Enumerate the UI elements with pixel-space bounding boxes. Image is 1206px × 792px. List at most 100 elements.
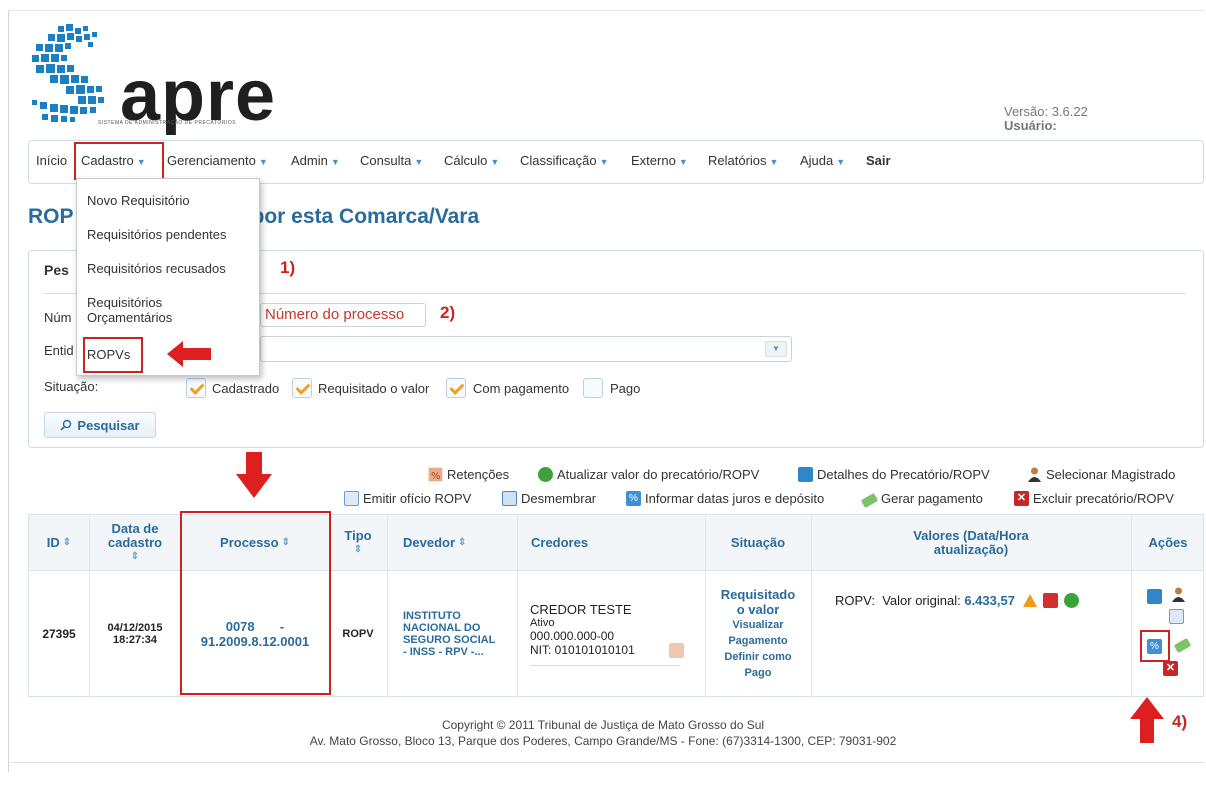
chevron-down-icon: ▼: [678, 157, 688, 167]
header-tipo[interactable]: Tipo ⇕: [329, 515, 387, 571]
magnifier-icon[interactable]: [1147, 589, 1162, 604]
highlight-cadastro: [74, 142, 164, 180]
checkbox-label: Com pagamento: [473, 381, 570, 396]
arrow-down-icon: [236, 452, 272, 498]
menu-item-novo-requisitorio[interactable]: Novo Requisitório: [87, 193, 190, 208]
nav-gerenciamento[interactable]: Gerenciamento ▼: [167, 153, 268, 168]
tool-retencoes[interactable]: % Retenções: [428, 467, 509, 482]
highlight-processo-column: [180, 511, 331, 695]
retention-icon[interactable]: [669, 643, 684, 658]
chevron-down-icon: ▼: [414, 157, 424, 167]
chevron-down-icon[interactable]: ▼: [765, 341, 787, 357]
person-icon[interactable]: [1171, 587, 1186, 602]
highlight-percent: [1140, 630, 1170, 662]
tool-selecionar-magistrado[interactable]: Selecionar Magistrado: [1027, 467, 1175, 482]
checkbox-com-pagamento[interactable]: [446, 378, 466, 398]
retention-icon: %: [428, 467, 443, 482]
footer-address: Av. Mato Grosso, Bloco 13, Parque dos Po…: [309, 734, 897, 748]
header-credores: Credores: [531, 535, 589, 550]
calendar-icon[interactable]: [1169, 609, 1184, 624]
cell-devedor[interactable]: INSTITUTO NACIONAL DO SEGURO SOCIAL - INSS …: [387, 571, 517, 697]
percent-icon: %: [626, 491, 641, 506]
footer-copyright: Copyright © 2011 Tribunal de Justiça de …: [441, 718, 765, 732]
cell-tipo: ROPV: [342, 628, 374, 640]
cell-credores: CREDOR TESTE Ativo 000.000.000-00 NIT: 0…: [517, 571, 705, 697]
chevron-down-icon: ▼: [490, 157, 500, 167]
arrow-left-icon: [167, 341, 211, 367]
chevron-down-icon: ▼: [769, 157, 779, 167]
nav-sair[interactable]: Sair: [866, 153, 891, 168]
results-table: ID ⇕ Data de cadastro ⇕ Processo ⇕ Tipo ⇕ Dev…: [28, 511, 1204, 698]
cell-id: 27395: [42, 627, 76, 641]
header-situacao: Situação: [730, 535, 786, 550]
user-text: Usuário:: [1004, 118, 1057, 133]
chevron-down-icon: ▼: [836, 157, 846, 167]
refresh-icon[interactable]: [1063, 592, 1079, 608]
nav-relatorios[interactable]: Relatórios ▼: [708, 153, 778, 168]
link-definir-pago[interactable]: Definir como: [724, 649, 791, 665]
checkbox-label: Pago: [610, 381, 641, 396]
sapre-logo: apre SISTEMA DE ADMINISTRAÇÃO DE PRECATÓ…: [28, 22, 278, 132]
tool-desmembrar[interactable]: Desmembrar: [502, 491, 596, 506]
tool-atualizar-valor[interactable]: Atualizar valor do precatório/ROPV: [538, 467, 759, 482]
menu-item-requisitorios-recusados[interactable]: Requisitórios recusados: [87, 261, 226, 276]
tool-detalhes[interactable]: Detalhes do Precatório/ROPV: [798, 467, 990, 482]
header-id[interactable]: ID ⇕: [29, 515, 89, 571]
header-valores: Valores (Data/Hora atualização): [913, 528, 1029, 557]
highlight-ropvs: [83, 337, 143, 373]
chevron-down-icon: ▼: [330, 157, 340, 167]
calendar-icon: [344, 491, 359, 506]
nav-inicio[interactable]: Início: [36, 153, 67, 168]
tool-excluir[interactable]: ✕ Excluir precatório/ROPV: [1014, 491, 1174, 506]
sort-icon: ⇕: [458, 537, 467, 548]
sort-icon: ⇕: [62, 537, 72, 548]
checkbox-cadastrado[interactable]: [186, 378, 206, 398]
money-icon: [860, 492, 879, 508]
annotation-4: 4): [1172, 712, 1188, 731]
cell-valores: ROPV: Valor original: 6.433,57: [811, 585, 1131, 615]
checkbox-label: Requisitado o valor: [318, 381, 430, 396]
processo-input[interactable]: Número do processo: [260, 303, 426, 327]
pdf-icon[interactable]: [1042, 592, 1058, 608]
header-data-cadastro[interactable]: Data de cadastro ⇕: [89, 515, 181, 571]
money-icon[interactable]: [1173, 637, 1192, 654]
checkbox-pago[interactable]: [583, 378, 603, 398]
nav-ajuda[interactable]: Ajuda ▼: [800, 153, 845, 168]
tool-emitir-oficio[interactable]: Emitir ofício ROPV: [344, 491, 471, 506]
tool-informar-datas[interactable]: % Informar datas juros e depósito: [626, 491, 824, 506]
numero-label: Núm: [44, 310, 72, 325]
cadastro-dropdown: Novo Requisitório Requisitórios pendente…: [76, 178, 260, 376]
checkbox-label: Cadastrado: [212, 381, 280, 396]
cell-situacao: Requisitado o valor Visualizar Pagamento…: [720, 587, 796, 679]
version-info: Versão: 3.6.22 Usuário:: [1004, 105, 1088, 133]
annotation-1: 1): [280, 258, 296, 277]
menu-item-requisitorios-orcamentarios[interactable]: Requisitórios Orçamentários: [87, 295, 172, 325]
header-acoes: Ações: [1148, 535, 1188, 550]
link-visualizar-pagamento[interactable]: Visualizar: [732, 617, 783, 633]
chevron-down-icon: ▼: [599, 157, 609, 167]
person-icon: [1027, 467, 1042, 482]
entidade-select[interactable]: ▼: [260, 336, 792, 362]
divider: [8, 762, 1204, 763]
delete-icon[interactable]: ✕: [1163, 661, 1178, 676]
checkbox-requisitado[interactable]: [292, 378, 312, 398]
logo-subtitle: SISTEMA DE ADMINISTRAÇÃO DE PRECATÓRIOS: [98, 120, 237, 126]
cell-data-cadastro: 04/12/2015 18:27:34: [107, 622, 163, 646]
chevron-down-icon: ▼: [258, 157, 268, 167]
nav-admin[interactable]: Admin ▼: [291, 153, 340, 168]
magnifier-icon: [798, 467, 813, 482]
delete-icon: ✕: [1014, 491, 1029, 506]
warning-icon[interactable]: [1022, 593, 1037, 607]
nav-externo[interactable]: Externo ▼: [631, 153, 688, 168]
menu-item-requisitorios-pendentes[interactable]: Requisitórios pendentes: [87, 227, 226, 242]
tool-gerar-pagamento[interactable]: Gerar pagamento: [860, 491, 983, 508]
version-text: Versão: 3.6.22: [1004, 104, 1088, 119]
nav-consulta[interactable]: Consulta ▼: [360, 153, 423, 168]
search-button[interactable]: Pesquisar: [44, 412, 156, 438]
search-panel-title: Pes: [44, 262, 69, 278]
logo-s-mark-icon: [32, 24, 104, 122]
sort-icon: ⇕: [130, 551, 140, 562]
header-devedor[interactable]: Devedor ⇕: [387, 515, 517, 571]
nav-calculo[interactable]: Cálculo ▼: [444, 153, 499, 168]
nav-classificacao[interactable]: Classificação ▼: [520, 153, 609, 168]
